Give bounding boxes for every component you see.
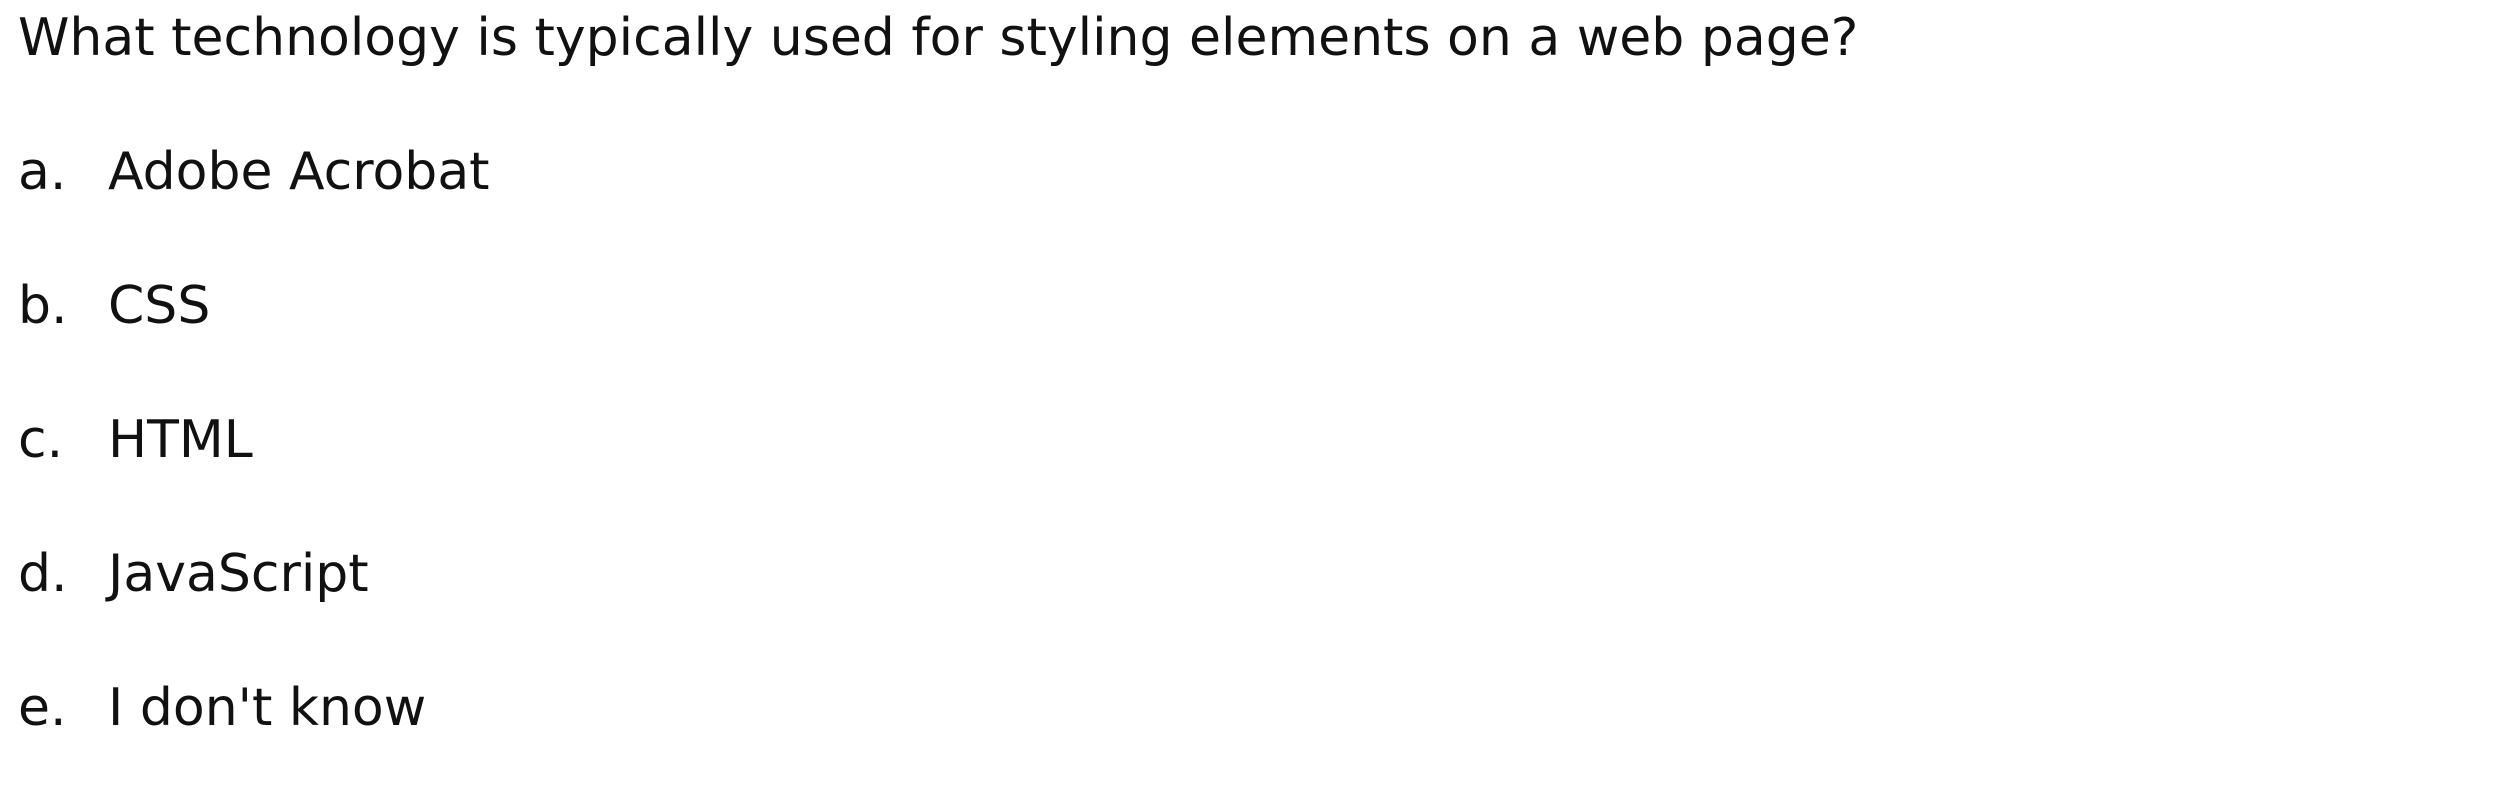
option-letter: c. — [18, 410, 64, 470]
option-label: HTML — [108, 410, 253, 470]
answer-option-c[interactable]: c. HTML — [18, 404, 490, 538]
answer-option-e[interactable]: e. I don't know — [18, 672, 490, 806]
option-label: Adobe Acrobat — [108, 142, 490, 202]
option-letter: d. — [18, 544, 68, 604]
option-letter: e. — [18, 678, 67, 738]
option-label: I don't know — [108, 678, 427, 738]
answer-option-b[interactable]: b. CSS — [18, 270, 490, 404]
option-label: JavaScript — [108, 544, 369, 604]
answer-option-a[interactable]: a. Adobe Acrobat — [18, 136, 490, 270]
option-letter: a. — [18, 142, 67, 202]
answer-options-list: a. Adobe Acrobat b. CSS c. HTML d. JavaS… — [18, 136, 490, 806]
option-label: CSS — [108, 276, 211, 336]
option-letter: b. — [18, 276, 68, 336]
answer-option-d[interactable]: d. JavaScript — [18, 538, 490, 672]
question-text: What technology is typically used for st… — [18, 8, 1859, 68]
